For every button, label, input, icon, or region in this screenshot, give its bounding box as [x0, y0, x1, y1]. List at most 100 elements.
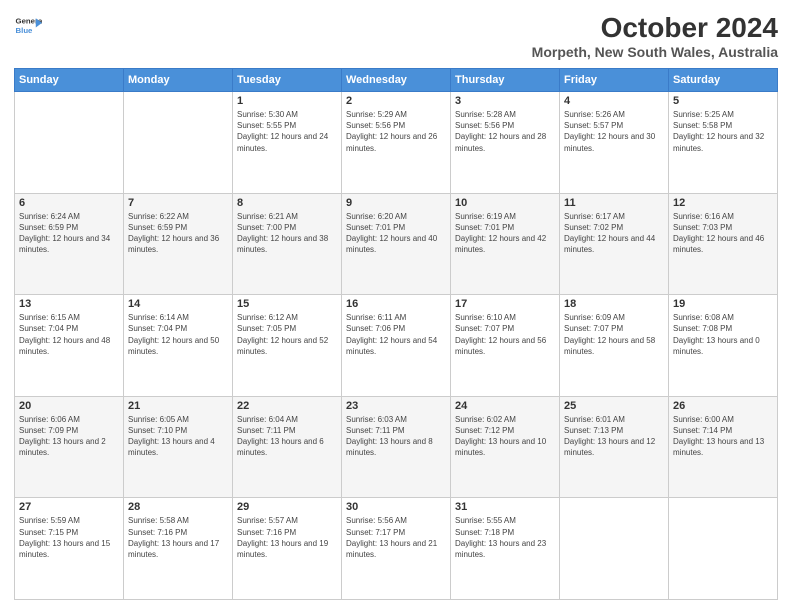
cell-info: Sunrise: 5:57 AMSunset: 7:16 PMDaylight:… — [237, 515, 337, 560]
cell-info: Sunrise: 5:59 AMSunset: 7:15 PMDaylight:… — [19, 515, 119, 560]
day-number: 8 — [237, 197, 337, 209]
subtitle: Morpeth, New South Wales, Australia — [532, 44, 778, 60]
calendar-header-row: Sunday Monday Tuesday Wednesday Thursday… — [15, 69, 778, 92]
calendar-cell: 4 Sunrise: 5:26 AMSunset: 5:57 PMDaylight… — [560, 92, 669, 194]
col-wednesday: Wednesday — [342, 69, 451, 92]
calendar-cell: 14Sunrise: 6:14 AMSunset: 7:04 PMDayligh… — [124, 295, 233, 397]
calendar-cell: 26Sunrise: 6:00 AMSunset: 7:14 PMDayligh… — [669, 396, 778, 498]
day-number: 3 — [455, 95, 555, 107]
cell-info: Sunrise: 6:08 AMSunset: 7:08 PMDaylight:… — [673, 312, 773, 357]
cell-info: Sunrise: 6:03 AMSunset: 7:11 PMDaylight:… — [346, 414, 446, 459]
calendar-cell: 10 Sunrise: 6:19 AMSunset: 7:01 PMDayligh… — [451, 193, 560, 295]
calendar-cell: 13 Sunrise: 6:15 AMSunset: 7:04 PMDayligh… — [15, 295, 124, 397]
calendar-cell: 11 Sunrise: 6:17 AMSunset: 7:02 PMDayligh… — [560, 193, 669, 295]
calendar-cell: 16Sunrise: 6:11 AMSunset: 7:06 PMDayligh… — [342, 295, 451, 397]
day-number: 29 — [237, 501, 337, 513]
day-number: 28 — [128, 501, 228, 513]
day-number: 18 — [564, 298, 664, 310]
col-monday: Monday — [124, 69, 233, 92]
calendar-cell: 17 Sunrise: 6:10 AMSunset: 7:07 PMDayligh… — [451, 295, 560, 397]
calendar-cell: 29 Sunrise: 5:57 AMSunset: 7:16 PMDayligh… — [233, 498, 342, 600]
day-number: 12 — [673, 197, 773, 209]
logo: General Blue — [14, 12, 42, 40]
svg-text:Blue: Blue — [16, 26, 34, 35]
day-number: 10 — [455, 197, 555, 209]
calendar-cell — [124, 92, 233, 194]
cell-info: Sunrise: 6:16 AMSunset: 7:03 PMDaylight:… — [673, 211, 773, 256]
day-number: 2 — [346, 95, 446, 107]
calendar-cell: 24 Sunrise: 6:02 AMSunset: 7:12 PMDayligh… — [451, 396, 560, 498]
day-number: 27 — [19, 501, 119, 513]
cell-info: Sunrise: 6:11 AMSunset: 7:06 PMDaylight:… — [346, 312, 446, 357]
calendar-week-row: 6 Sunrise: 6:24 AMSunset: 6:59 PMDaylight… — [15, 193, 778, 295]
cell-info: Sunrise: 6:24 AMSunset: 6:59 PMDaylight:… — [19, 211, 119, 256]
calendar-cell: 19 Sunrise: 6:08 AMSunset: 7:08 PMDayligh… — [669, 295, 778, 397]
calendar-cell: 21Sunrise: 6:05 AMSunset: 7:10 PMDayligh… — [124, 396, 233, 498]
cell-info: Sunrise: 6:02 AMSunset: 7:12 PMDaylight:… — [455, 414, 555, 459]
day-number: 20 — [19, 400, 119, 412]
cell-info: Sunrise: 5:55 AMSunset: 7:18 PMDaylight:… — [455, 515, 555, 560]
day-number: 6 — [19, 197, 119, 209]
day-number: 25 — [564, 400, 664, 412]
calendar-cell — [15, 92, 124, 194]
calendar-table: Sunday Monday Tuesday Wednesday Thursday… — [14, 68, 778, 600]
cell-info: Sunrise: 6:17 AMSunset: 7:02 PMDaylight:… — [564, 211, 664, 256]
day-number: 17 — [455, 298, 555, 310]
header: General Blue October 2024 Morpeth, New S… — [14, 12, 778, 60]
col-thursday: Thursday — [451, 69, 560, 92]
calendar-cell — [669, 498, 778, 600]
cell-info: Sunrise: 6:09 AMSunset: 7:07 PMDaylight:… — [564, 312, 664, 357]
cell-info: Sunrise: 6:10 AMSunset: 7:07 PMDaylight:… — [455, 312, 555, 357]
cell-info: Sunrise: 6:19 AMSunset: 7:01 PMDaylight:… — [455, 211, 555, 256]
page: General Blue October 2024 Morpeth, New S… — [0, 0, 792, 612]
title-block: October 2024 Morpeth, New South Wales, A… — [532, 12, 778, 60]
calendar-week-row: 1 Sunrise: 5:30 AMSunset: 5:55 PMDaylight… — [15, 92, 778, 194]
cell-info: Sunrise: 6:12 AMSunset: 7:05 PMDaylight:… — [237, 312, 337, 357]
cell-info: Sunrise: 5:30 AMSunset: 5:55 PMDaylight:… — [237, 109, 337, 154]
main-title: October 2024 — [532, 12, 778, 44]
cell-info: Sunrise: 5:29 AMSunset: 5:56 PMDaylight:… — [346, 109, 446, 154]
cell-info: Sunrise: 6:15 AMSunset: 7:04 PMDaylight:… — [19, 312, 119, 357]
day-number: 24 — [455, 400, 555, 412]
calendar-cell: 6 Sunrise: 6:24 AMSunset: 6:59 PMDaylight… — [15, 193, 124, 295]
cell-info: Sunrise: 6:01 AMSunset: 7:13 PMDaylight:… — [564, 414, 664, 459]
calendar-cell: 7Sunrise: 6:22 AMSunset: 6:59 PMDaylight… — [124, 193, 233, 295]
calendar-cell: 15 Sunrise: 6:12 AMSunset: 7:05 PMDayligh… — [233, 295, 342, 397]
calendar-cell: 2 Sunrise: 5:29 AMSunset: 5:56 PMDaylight… — [342, 92, 451, 194]
cell-info: Sunrise: 5:26 AMSunset: 5:57 PMDaylight:… — [564, 109, 664, 154]
calendar-week-row: 13 Sunrise: 6:15 AMSunset: 7:04 PMDayligh… — [15, 295, 778, 397]
calendar-cell: 8 Sunrise: 6:21 AMSunset: 7:00 PMDaylight… — [233, 193, 342, 295]
cell-info: Sunrise: 5:28 AMSunset: 5:56 PMDaylight:… — [455, 109, 555, 154]
cell-info: Sunrise: 6:05 AMSunset: 7:10 PMDaylight:… — [128, 414, 228, 459]
day-number: 31 — [455, 501, 555, 513]
cell-info: Sunrise: 6:20 AMSunset: 7:01 PMDaylight:… — [346, 211, 446, 256]
day-number: 19 — [673, 298, 773, 310]
day-number: 1 — [237, 95, 337, 107]
day-number: 15 — [237, 298, 337, 310]
cell-info: Sunrise: 6:04 AMSunset: 7:11 PMDaylight:… — [237, 414, 337, 459]
day-number: 23 — [346, 400, 446, 412]
cell-info: Sunrise: 6:21 AMSunset: 7:00 PMDaylight:… — [237, 211, 337, 256]
col-friday: Friday — [560, 69, 669, 92]
day-number: 11 — [564, 197, 664, 209]
col-tuesday: Tuesday — [233, 69, 342, 92]
day-number: 4 — [564, 95, 664, 107]
calendar-cell: 30 Sunrise: 5:56 AMSunset: 7:17 PMDayligh… — [342, 498, 451, 600]
cell-info: Sunrise: 5:58 AMSunset: 7:16 PMDaylight:… — [128, 515, 228, 560]
calendar-week-row: 27 Sunrise: 5:59 AMSunset: 7:15 PMDayligh… — [15, 498, 778, 600]
calendar-cell: 1 Sunrise: 5:30 AMSunset: 5:55 PMDaylight… — [233, 92, 342, 194]
cell-info: Sunrise: 6:00 AMSunset: 7:14 PMDaylight:… — [673, 414, 773, 459]
day-number: 13 — [19, 298, 119, 310]
calendar-cell — [560, 498, 669, 600]
calendar-week-row: 20 Sunrise: 6:06 AMSunset: 7:09 PMDayligh… — [15, 396, 778, 498]
cell-info: Sunrise: 5:56 AMSunset: 7:17 PMDaylight:… — [346, 515, 446, 560]
day-number: 30 — [346, 501, 446, 513]
day-number: 9 — [346, 197, 446, 209]
calendar-cell: 20 Sunrise: 6:06 AMSunset: 7:09 PMDayligh… — [15, 396, 124, 498]
calendar-cell: 22Sunrise: 6:04 AMSunset: 7:11 PMDayligh… — [233, 396, 342, 498]
calendar-cell: 28 Sunrise: 5:58 AMSunset: 7:16 PMDayligh… — [124, 498, 233, 600]
calendar-cell: 5Sunrise: 5:25 AMSunset: 5:58 PMDaylight… — [669, 92, 778, 194]
day-number: 5 — [673, 95, 773, 107]
calendar-cell: 25 Sunrise: 6:01 AMSunset: 7:13 PMDayligh… — [560, 396, 669, 498]
cell-info: Sunrise: 6:06 AMSunset: 7:09 PMDaylight:… — [19, 414, 119, 459]
